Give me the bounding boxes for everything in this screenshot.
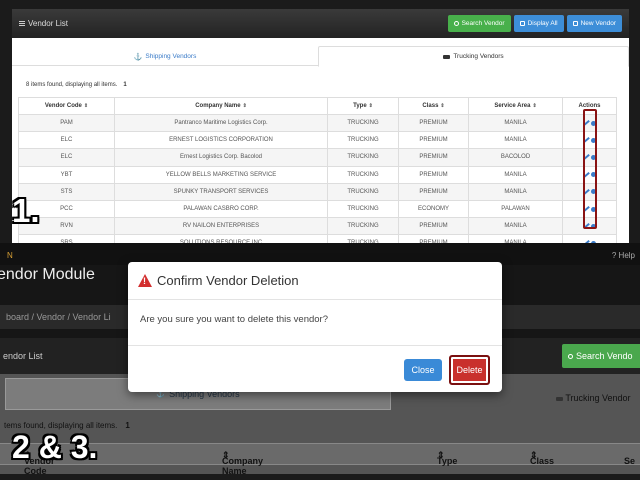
header-actions: Search Vendor Display All New Vendor (447, 15, 622, 32)
tab-shipping-vendors[interactable]: ⚓ Shipping Vendors (12, 46, 318, 67)
col-class[interactable]: Class ⇕ (398, 97, 469, 115)
step-label-1: 1. (12, 192, 40, 229)
search-icon (568, 353, 573, 359)
help-icon: ? (611, 251, 617, 260)
truck-icon (443, 54, 451, 59)
tab-trucking-vendors[interactable]: Trucking Vendor (556, 393, 631, 403)
anchor-icon: ⚓ (133, 53, 143, 61)
delete-button[interactable]: Delete (449, 355, 490, 385)
col-service-area[interactable]: Service Area ⇕ (468, 97, 563, 115)
panel-edge (0, 474, 640, 480)
vendor-list-screenshot: Vendor List Search Vendor Display All Ne… (0, 0, 640, 243)
modal-message: Are you sure you want to delete this ven… (128, 300, 502, 346)
card-title: Vendor List (19, 19, 68, 28)
step-label-2-3: 2 & 3. (12, 429, 98, 465)
warning-icon (138, 274, 152, 287)
col-type[interactable]: Type ⇕ (437, 450, 457, 466)
sort-icon: ⇕ (83, 103, 89, 109)
table-row: ELC ERNEST LOGISTICS CORPORATION TRUCKING P… (18, 131, 617, 150)
table-row: YBT YELLOW BELLS MARKETING SERVICE TRUCKIN… (18, 165, 617, 184)
search-vendor-button[interactable]: Search Vendo (562, 344, 640, 368)
sort-icon: ⇕ (532, 103, 537, 109)
modal-footer: Close Delete (128, 346, 502, 392)
table-row: STS SPUNKY TRANSPORT SERVICES TRUCKING PREM… (18, 182, 617, 201)
table-row: ELC Ernest Logistics Corp. Bacolod TRUCKIN… (18, 148, 617, 167)
help-link[interactable]: ? Help (612, 251, 635, 260)
vendor-table: Vendor Code ⇕ Company Name ⇕ Type ⇕ Class ⇕ … (18, 97, 617, 243)
close-button[interactable]: Close (404, 359, 442, 381)
card-header: Vendor List Search Vendor Display All Ne… (12, 9, 629, 38)
confirm-delete-modal: Confirm Vendor Deletion Are you sure you… (128, 262, 502, 392)
truck-icon (556, 397, 563, 401)
items-found-text: 8 items found, displaying all items. 1 (26, 82, 127, 88)
list-title: endor List (3, 351, 43, 361)
sort-icon: ⇕ (242, 103, 247, 109)
table-header-row: Vendor Code ⇕ Company Name ⇕ Type ⇕ Class ⇕ … (18, 97, 617, 115)
page-number: 1 (123, 82, 127, 88)
display-all-button[interactable]: Display All (513, 15, 564, 32)
modal-title: Confirm Vendor Deletion (157, 273, 299, 288)
sort-icon: ⇕ (440, 103, 445, 109)
new-vendor-button[interactable]: New Vendor (566, 15, 622, 32)
modal-header: Confirm Vendor Deletion (128, 262, 502, 300)
table-row: PAM Pantranco Maritime Logistics Corp. TRU… (18, 113, 617, 133)
vendor-tabs: ⚓ Shipping Vendors Trucking Vendors (12, 46, 629, 67)
table-row: RVN RV NAILON ENTERPRISES TRUCKING PREMIUM M… (18, 217, 617, 236)
table-row: PCC PALAWAN CASBRO CORP. TRUCKING ECONOMY PA… (18, 199, 617, 219)
search-vendor-button[interactable]: Search Vendor (447, 15, 511, 32)
vendor-list-card: Vendor List Search Vendor Display All Ne… (12, 9, 629, 243)
brand-logo[interactable]: N (7, 251, 13, 260)
col-company-name[interactable]: Company Name ⇕ (222, 450, 263, 476)
col-vendor-code[interactable]: Vendor Code ⇕ (18, 97, 115, 115)
sort-icon: ⇕ (368, 103, 373, 109)
list-icon (519, 21, 525, 26)
tab-trucking-vendors[interactable]: Trucking Vendors (318, 46, 629, 67)
actions-highlight-box (583, 109, 597, 229)
col-company-name[interactable]: Company Name ⇕ (114, 97, 328, 115)
col-class[interactable]: Class ⇕ (530, 450, 554, 466)
file-icon (572, 21, 578, 26)
col-type[interactable]: Type ⇕ (327, 97, 399, 115)
search-icon (453, 21, 459, 26)
module-title: endor Module (0, 266, 95, 283)
table-row: SRSSOLUTIONS RESOURCE INCTRUCKINGPREMIUM… (18, 234, 617, 243)
list-icon (19, 21, 25, 26)
